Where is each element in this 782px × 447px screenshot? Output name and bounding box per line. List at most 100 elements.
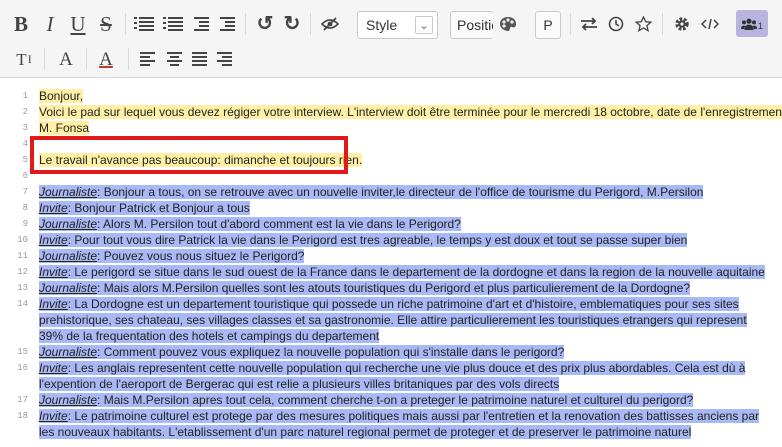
users-icon	[740, 18, 757, 30]
line-number: 7	[22, 187, 28, 197]
editor-line[interactable]: 9 Journaliste: Alors M. Persilon tout d'a…	[0, 216, 782, 232]
style-select-value: Style	[366, 17, 398, 33]
timeslider-button[interactable]	[494, 9, 522, 39]
editor-line[interactable]: 12 Invite: Le perigord se situe dans le s…	[0, 264, 782, 280]
pad-editor[interactable]: 1 Bonjour, 2 Voici le pad sur lequel vous d…	[0, 79, 782, 447]
line-text[interactable]: Invite: Les anglais representent cette n…	[39, 360, 764, 392]
editor-line[interactable]: 14 Invite: La Dordogne est un departement…	[0, 296, 782, 344]
dialogue-text: : Le perigord se situe dans le sud ouest…	[67, 265, 765, 279]
paragraph-text: Voici le pad sur lequel vous devez régig…	[39, 105, 782, 119]
clear-authorship-button[interactable]	[316, 9, 344, 39]
paragraph-button[interactable]: P	[535, 11, 561, 39]
line-text[interactable]: Invite: Pour tout vous dire Patrick la v…	[39, 232, 764, 248]
speaker-label: Journaliste	[39, 393, 98, 407]
gear-icon	[675, 17, 689, 31]
editor-line[interactable]: 8 Invite: Bonjour Patrick et Bonjour a to…	[0, 200, 782, 216]
editor-line[interactable]: 10 Invite: Pour tout vous dire Patrick la…	[0, 232, 782, 248]
editor-line[interactable]: 15 Journaliste: Comment pouvez vous expli…	[0, 344, 782, 360]
dialogue-text: : Pour tout vous dire Patrick la vie dan…	[67, 233, 688, 247]
strikethrough-button[interactable]: S	[93, 9, 119, 39]
settings-button[interactable]	[669, 9, 695, 39]
line-text[interactable]: M. Fonsa	[39, 120, 764, 136]
arrows-exchange-icon	[581, 17, 597, 31]
palette-icon	[500, 17, 516, 31]
indent-icon	[193, 17, 209, 31]
editor-line[interactable]: 3 M. Fonsa	[0, 120, 782, 136]
editor-line[interactable]: 7 Journaliste: Bonjour a tous, on se retr…	[0, 184, 782, 200]
editor-line[interactable]: 1 Bonjour,	[0, 88, 782, 104]
line-text[interactable]: Bonjour,	[39, 88, 764, 104]
users-button[interactable]: 1	[736, 10, 768, 37]
line-number: 15	[17, 347, 28, 357]
toolbar-row-2: TI A A	[0, 44, 782, 76]
toolbar-row-1: B I U S ↺ ↻ Style ⌄ Positi P 1	[0, 9, 782, 41]
redo-button[interactable]: ↻	[279, 9, 305, 39]
editor-line[interactable]: 11 Journaliste: Pouvez vous nous situez l…	[0, 248, 782, 264]
toolbar-divider	[662, 13, 663, 35]
font-family-button[interactable]: A	[52, 44, 80, 74]
indent-button[interactable]	[188, 9, 214, 39]
star-icon	[634, 16, 652, 32]
clear-format-button[interactable]: TI	[10, 44, 38, 74]
line-number: 14	[17, 299, 28, 309]
underline-button[interactable]: U	[65, 9, 91, 39]
line-text[interactable]: Journaliste: Mais alors M.Persilon quell…	[39, 280, 764, 296]
undo-button[interactable]: ↺	[252, 9, 278, 39]
dialogue-text: : Alors M. Persilon tout d'abord comment…	[97, 217, 461, 231]
line-text[interactable]: Invite: Bonjour Patrick et Bonjour a tou…	[39, 200, 764, 216]
line-number: 13	[17, 283, 28, 293]
editor-line[interactable]: 16 Invite: Les anglais representent cette…	[0, 360, 782, 392]
speaker-label: Journaliste	[39, 249, 98, 263]
import-export-button[interactable]	[576, 9, 602, 39]
outdent-button[interactable]	[214, 9, 240, 39]
history-button[interactable]	[603, 9, 629, 39]
align-center-icon	[166, 52, 182, 66]
ordered-list-icon	[133, 17, 154, 31]
speaker-label: Invite	[39, 409, 68, 423]
editor-line[interactable]: 13 Journaliste: Mais alors M.Persilon que…	[0, 280, 782, 296]
line-text[interactable]: Journaliste: Bonjour a tous, on se retro…	[39, 184, 764, 200]
embed-button[interactable]	[696, 9, 724, 39]
speaker-label: Invite	[39, 201, 68, 215]
font-color-button[interactable]: A	[92, 44, 120, 74]
line-number: 3	[22, 123, 28, 133]
line-text[interactable]: Journaliste: Mais M.Persilon apres tout …	[39, 392, 764, 408]
align-right-button[interactable]	[212, 44, 236, 74]
line-text[interactable]: Journaliste: Alors M. Persilon tout d'ab…	[39, 216, 764, 232]
speaker-label: Journaliste	[39, 281, 98, 295]
line-number: 8	[22, 203, 28, 213]
position-select-value: Positio	[457, 17, 493, 33]
bold-button[interactable]: B	[8, 9, 34, 39]
line-number: 11	[17, 251, 28, 261]
line-text[interactable]: Journaliste: Pouvez vous nous situez le …	[39, 248, 764, 264]
line-text[interactable]: Invite: La Dordogne est un departement t…	[39, 296, 764, 344]
star-button[interactable]	[630, 9, 656, 39]
line-text[interactable]: Journaliste: Comment pouvez vous expliqu…	[39, 344, 764, 360]
paragraph-text: M. Fonsa	[39, 121, 90, 135]
toolbar-divider	[128, 48, 129, 70]
annotation-highlight-box	[30, 136, 348, 174]
align-left-button[interactable]	[135, 44, 159, 74]
line-text[interactable]: Invite: Le patrimoine culturel est prote…	[39, 408, 764, 440]
toolbar-divider	[245, 13, 246, 35]
align-center-button[interactable]	[162, 44, 186, 74]
editor-line[interactable]: 2 Voici le pad sur lequel vous devez régi…	[0, 104, 782, 120]
dialogue-text: : Mais alors M.Persilon quelles sont les…	[97, 281, 691, 295]
dialogue-text: : Le patrimoine culturel est protege par…	[39, 409, 760, 439]
outdent-icon	[219, 17, 235, 31]
align-justify-button[interactable]	[187, 44, 211, 74]
line-number: 12	[17, 267, 28, 277]
editor-line[interactable]: 18 Invite: Le patrimoine culturel est pro…	[0, 408, 782, 447]
line-text[interactable]: Voici le pad sur lequel vous devez régig…	[39, 104, 782, 120]
speaker-label: Invite	[39, 361, 68, 375]
unordered-list-button[interactable]	[162, 9, 188, 39]
editor-line[interactable]: 17 Journaliste: Mais M.Persilon apres tou…	[0, 392, 782, 408]
position-select[interactable]: Positio	[450, 11, 493, 39]
speaker-label: Invite	[39, 265, 68, 279]
ordered-list-button[interactable]	[133, 9, 159, 39]
dialogue-text: : Bonjour Patrick et Bonjour a tous	[67, 201, 250, 215]
style-select[interactable]: Style ⌄	[357, 11, 438, 39]
line-number: 18	[17, 411, 28, 421]
italic-button[interactable]: I	[37, 9, 63, 39]
line-text[interactable]: Invite: Le perigord se situe dans le sud…	[39, 264, 765, 280]
